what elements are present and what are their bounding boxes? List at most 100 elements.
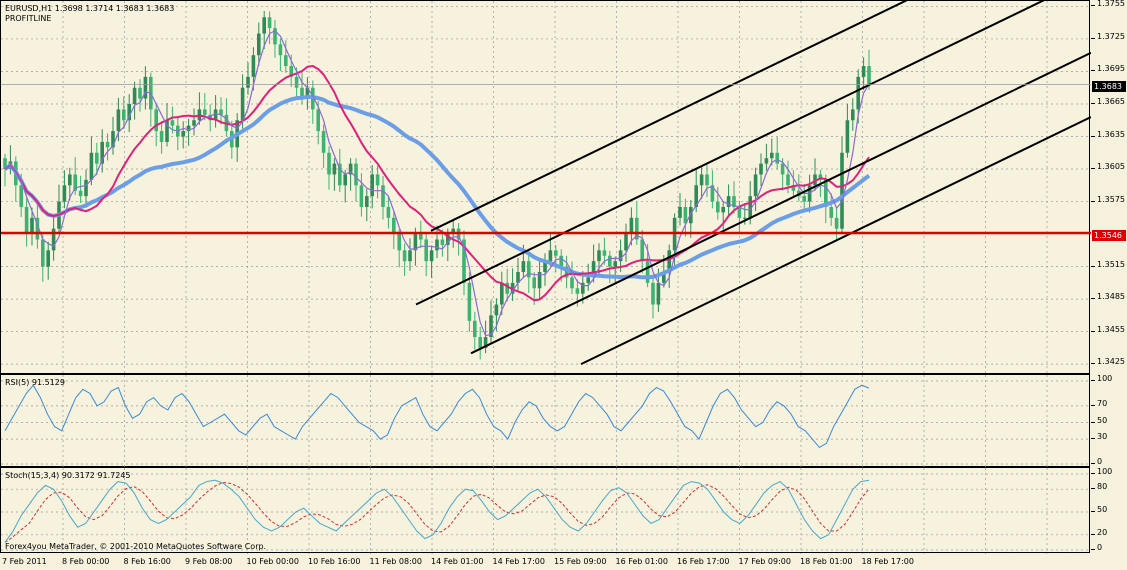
oscillator-tick-label: 50 bbox=[1097, 505, 1108, 514]
candle-body bbox=[521, 261, 526, 273]
candle-body bbox=[392, 217, 396, 235]
candle-body bbox=[629, 217, 634, 235]
candle-body bbox=[726, 196, 731, 207]
time-axis-label: 8 Feb 00:00 bbox=[62, 557, 110, 566]
candle-body bbox=[753, 174, 758, 197]
candle-body bbox=[138, 87, 142, 99]
candle-body bbox=[743, 217, 747, 219]
time-axis-label: 14 Feb 17:00 bbox=[492, 557, 545, 566]
candle-body bbox=[597, 250, 601, 262]
price-tick-label: 1.3425 bbox=[1097, 357, 1125, 367]
candle-body bbox=[46, 250, 50, 267]
candle-body bbox=[294, 76, 299, 88]
candle-body bbox=[705, 174, 709, 186]
time-axis-label: 15 Feb 09:00 bbox=[554, 557, 607, 566]
candle-body bbox=[554, 250, 558, 256]
candle-body bbox=[424, 239, 428, 262]
candle-body bbox=[251, 55, 256, 77]
rsi-canvas[interactable] bbox=[1, 375, 1091, 468]
current-price-tag: 1.3683 bbox=[1092, 81, 1126, 92]
stochastic-pane[interactable]: Stoch(15,3,4) 90.3172 91.7245 Forex4you … bbox=[0, 467, 1091, 554]
candle-body bbox=[116, 109, 121, 132]
time-axis-label: 10 Feb 00:00 bbox=[246, 557, 299, 566]
candle-body bbox=[95, 152, 99, 164]
candle-body bbox=[192, 120, 196, 126]
candle-body bbox=[467, 282, 472, 321]
candle-body bbox=[867, 66, 871, 85]
price-tick-label: 1.3455 bbox=[1097, 324, 1125, 334]
candle-body bbox=[478, 337, 482, 348]
price-tick-label: 1.3665 bbox=[1097, 96, 1125, 106]
candle-body bbox=[386, 206, 391, 218]
candle-body bbox=[397, 234, 401, 251]
candle-body bbox=[861, 66, 866, 77]
price-axis[interactable]: 1.3755 1.3725 1.3695 1.3665 1.3635 1.3605 1.35… bbox=[1091, 0, 1127, 374]
candle-body bbox=[375, 174, 380, 186]
candle-body bbox=[602, 250, 607, 256]
time-axis-label: 16 Feb 17:00 bbox=[677, 557, 730, 566]
candle-body bbox=[327, 152, 331, 175]
indicator-name: PROFITLINE bbox=[5, 14, 52, 23]
candle-body bbox=[84, 179, 88, 197]
support-line-price-tag: 1.3546 bbox=[1092, 230, 1126, 241]
candle-body bbox=[419, 234, 423, 240]
candle-body bbox=[381, 185, 385, 207]
oscillator-tick-label: 20 bbox=[1097, 527, 1108, 537]
trend-channel-line bbox=[470, 51, 1091, 355]
candle-body bbox=[284, 55, 288, 67]
candle-body bbox=[105, 141, 110, 148]
candle-body bbox=[764, 158, 769, 164]
price-chart-canvas[interactable] bbox=[1, 1, 1091, 375]
time-axis-label: 11 Feb 08:00 bbox=[369, 557, 422, 566]
candle-body bbox=[343, 174, 347, 186]
oscillator-tick-label: 0 bbox=[1097, 543, 1103, 552]
candle-body bbox=[262, 17, 266, 34]
candle-body bbox=[494, 304, 499, 316]
candle-body bbox=[370, 174, 374, 197]
candle-body bbox=[656, 282, 661, 305]
candle-body bbox=[651, 282, 655, 305]
price-tick-label: 1.3605 bbox=[1097, 162, 1125, 172]
candle-body bbox=[829, 206, 833, 218]
time-axis-label: 7 Feb 2011 bbox=[2, 557, 47, 566]
time-axis-label: 14 Feb 01:00 bbox=[431, 557, 484, 566]
candle-body bbox=[429, 250, 434, 262]
candle-body bbox=[365, 196, 369, 207]
candle-body bbox=[775, 152, 779, 164]
price-chart-pane[interactable]: EURUSD,H1 1.3698 1.3714 1.3683 1.3683 PR… bbox=[0, 0, 1091, 375]
candle-body bbox=[41, 239, 45, 267]
price-tick-label: 1.3635 bbox=[1097, 129, 1125, 139]
time-axis-label: 10 Feb 16:00 bbox=[308, 557, 361, 566]
candle-body bbox=[570, 277, 574, 289]
stochastic-title: Stoch(15,3,4) 90.3172 91.7245 bbox=[5, 471, 131, 480]
candle-body bbox=[354, 163, 358, 186]
time-axis[interactable]: 7 Feb 2011 8 Feb 00:00 8 Feb 16:00 9 Feb 08… bbox=[0, 553, 1090, 570]
rsi-pane[interactable]: RSI(5) 91.5129 bbox=[0, 374, 1091, 468]
oscillator-tick-label: 0 bbox=[1097, 457, 1103, 466]
trend-channel-line bbox=[580, 116, 1091, 366]
candle-body bbox=[321, 131, 326, 153]
candle-body bbox=[699, 174, 704, 186]
candle-body bbox=[19, 185, 23, 207]
candle-body bbox=[122, 109, 126, 121]
candle-body bbox=[154, 109, 158, 132]
candle-body bbox=[170, 120, 175, 126]
candle-body bbox=[678, 206, 682, 218]
candle-body bbox=[473, 320, 477, 338]
candle-body bbox=[203, 109, 207, 115]
oscillator-tick-label: 50 bbox=[1097, 415, 1108, 425]
trend-channel-line bbox=[415, 1, 1045, 306]
candle-body bbox=[845, 120, 850, 153]
candle-body bbox=[645, 261, 650, 283]
candle-body bbox=[408, 250, 412, 262]
time-axis-label: 18 Feb 01:00 bbox=[800, 557, 853, 566]
rsi-title: RSI(5) 91.5129 bbox=[5, 378, 65, 387]
candle-body bbox=[24, 206, 29, 235]
time-axis-label: 9 Feb 08:00 bbox=[185, 557, 233, 566]
candle-body bbox=[132, 87, 137, 104]
time-axis-label: 8 Feb 16:00 bbox=[123, 557, 171, 566]
price-tick-label: 1.3485 bbox=[1097, 292, 1125, 302]
candle-body bbox=[316, 109, 320, 132]
price-tick-label: 1.3695 bbox=[1097, 64, 1125, 74]
candle-body bbox=[402, 250, 407, 262]
